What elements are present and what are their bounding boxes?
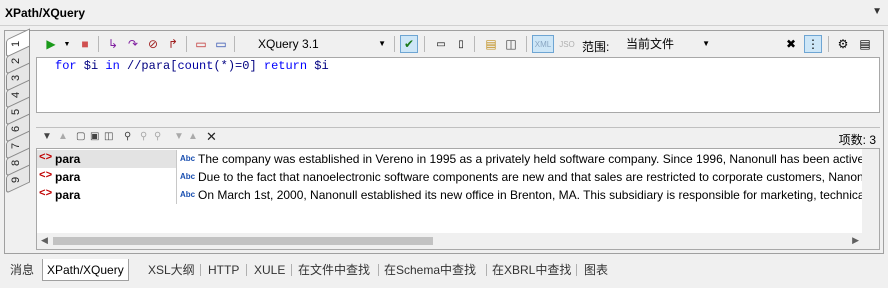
horizontal-scrollbar[interactable]: ◀ ▶ xyxy=(37,233,863,249)
gear-icon[interactable]: ⚙ xyxy=(834,35,852,53)
tools-icon[interactable]: ✖ xyxy=(782,35,800,53)
panel-layout-icon[interactable]: ▤ xyxy=(856,35,874,53)
step-out-icon[interactable]: ↱ xyxy=(164,35,182,53)
window-title: XPath/XQuery xyxy=(5,6,86,20)
tab-xpath-xquery[interactable]: XPath/XQuery xyxy=(42,259,129,281)
element-icon: <> xyxy=(39,152,53,164)
tracepoints-icon[interactable]: ▭ xyxy=(212,35,230,53)
result-value: On March 1st, 2000, Nanonull established… xyxy=(198,188,863,202)
chevron-down-icon: ▼ xyxy=(702,39,710,48)
scope-select[interactable]: 当前文件 ▼ xyxy=(622,35,712,53)
language-select[interactable]: XQuery 3.1 ▼ xyxy=(254,35,388,53)
result-value: Due to the fact that nanoelectronic soft… xyxy=(198,170,863,184)
main-toolbar: ▶ ▼ ■ ↳ ↷ ⊘ ↱ ▭ ▭ XQuery 3.1 ▼ ✔ ▭ ▯ ▤ ◫… xyxy=(36,32,882,56)
vertical-tabs: 1 2 3 4 5 6 7 8 9 xyxy=(6,28,32,194)
element-icon: <> xyxy=(39,170,53,182)
chevron-down-icon[interactable]: ▼ xyxy=(872,6,882,17)
json-mode-button[interactable]: JSO xyxy=(556,35,578,53)
result-node-name: para xyxy=(55,170,81,184)
tab-messages[interactable]: 消息 xyxy=(6,259,38,281)
text-type-icon: Abc xyxy=(180,190,196,199)
xquery-editor[interactable]: for $i in //para[count(*)=0] return $i xyxy=(36,57,880,113)
close-icon[interactable]: ✕ xyxy=(206,129,217,145)
save-icon[interactable]: ◫ xyxy=(502,35,520,53)
xml-mode-button[interactable]: XML xyxy=(532,35,554,53)
toggle-breakpoint-icon[interactable]: ⊘ xyxy=(144,35,162,53)
step-over-icon[interactable]: ↷ xyxy=(124,35,142,53)
tab-find-in-schemas[interactable]: 在Schema中查找 xyxy=(380,259,480,281)
results-toolbar: ▼ ▲ ▢ ▣ ◫ ⚲ ⚲ ⚲ ▼ ▲ ✕ 项数: 3 xyxy=(36,127,880,147)
query-code: for $i in //para[count(*)=0] return $i xyxy=(55,59,329,73)
prev-result-icon[interactable]: ▲ xyxy=(58,131,68,142)
table-row[interactable]: <> para Abc Due to the fact that nanoele… xyxy=(37,168,863,186)
find-next-icon[interactable]: ⚲ xyxy=(140,131,147,142)
copy-all-icon[interactable]: ▣ xyxy=(90,131,99,142)
text-type-icon: Abc xyxy=(180,154,196,163)
columns-icon[interactable]: ◫ xyxy=(104,131,113,142)
expand-icon[interactable]: ▼ xyxy=(174,131,184,142)
tab-find-in-xbrl[interactable]: 在XBRL中查找 xyxy=(488,259,575,281)
stop-icon[interactable]: ■ xyxy=(76,35,94,53)
chevron-down-icon: ▼ xyxy=(378,39,386,48)
show-short-icon[interactable]: ▯ xyxy=(452,35,470,53)
tab-find-in-files[interactable]: 在文件中查找 xyxy=(294,259,374,281)
vertical-scrollbar[interactable] xyxy=(862,149,879,249)
tab-xule[interactable]: XULE xyxy=(250,259,289,281)
result-node-name: para xyxy=(55,152,81,166)
collapse-icon[interactable]: ▲ xyxy=(188,131,198,142)
table-row[interactable]: <> para Abc The company was established … xyxy=(37,150,863,168)
scroll-thumb[interactable] xyxy=(53,237,433,245)
tab-http[interactable]: HTTP xyxy=(204,259,243,281)
result-node-name: para xyxy=(55,188,81,202)
open-file-icon[interactable]: ▤ xyxy=(482,35,500,53)
find-prev-icon[interactable]: ⚲ xyxy=(154,131,161,142)
builder-mode-icon[interactable]: ✔ xyxy=(400,35,418,53)
scroll-right-icon[interactable]: ▶ xyxy=(852,235,859,246)
results-grid: <> para Abc The company was established … xyxy=(36,148,880,250)
step-into-icon[interactable]: ↳ xyxy=(104,35,122,53)
next-result-icon[interactable]: ▼ xyxy=(42,131,52,142)
scroll-left-icon[interactable]: ◀ xyxy=(41,235,48,246)
breakpoints-icon[interactable]: ▭ xyxy=(192,35,210,53)
find-icon[interactable]: ⚲ xyxy=(124,131,131,142)
run-options-chevron-icon[interactable]: ▼ xyxy=(58,35,76,53)
text-type-icon: Abc xyxy=(180,172,196,181)
results-count: 项数: 3 xyxy=(838,133,876,147)
show-xpath-icon[interactable]: ⋮ xyxy=(804,35,822,53)
table-row[interactable]: <> para Abc On March 1st, 2000, Nanonull… xyxy=(37,186,863,204)
tab-charts[interactable]: 图表 xyxy=(580,259,612,281)
scope-label: 范围: xyxy=(582,40,610,54)
tab-xsl-outline[interactable]: XSL大纲 xyxy=(144,259,199,281)
element-icon: <> xyxy=(39,188,53,200)
show-header-icon[interactable]: ▭ xyxy=(432,35,450,53)
window-titlebar: XPath/XQuery ▼ xyxy=(0,0,888,26)
result-value: The company was established in Vereno in… xyxy=(198,152,863,166)
bottom-tabs: 消息 XPath/XQuery XSL大纲 HTTP XULE 在文件中查找 在… xyxy=(0,257,888,281)
copy-icon[interactable]: ▢ xyxy=(76,131,85,142)
